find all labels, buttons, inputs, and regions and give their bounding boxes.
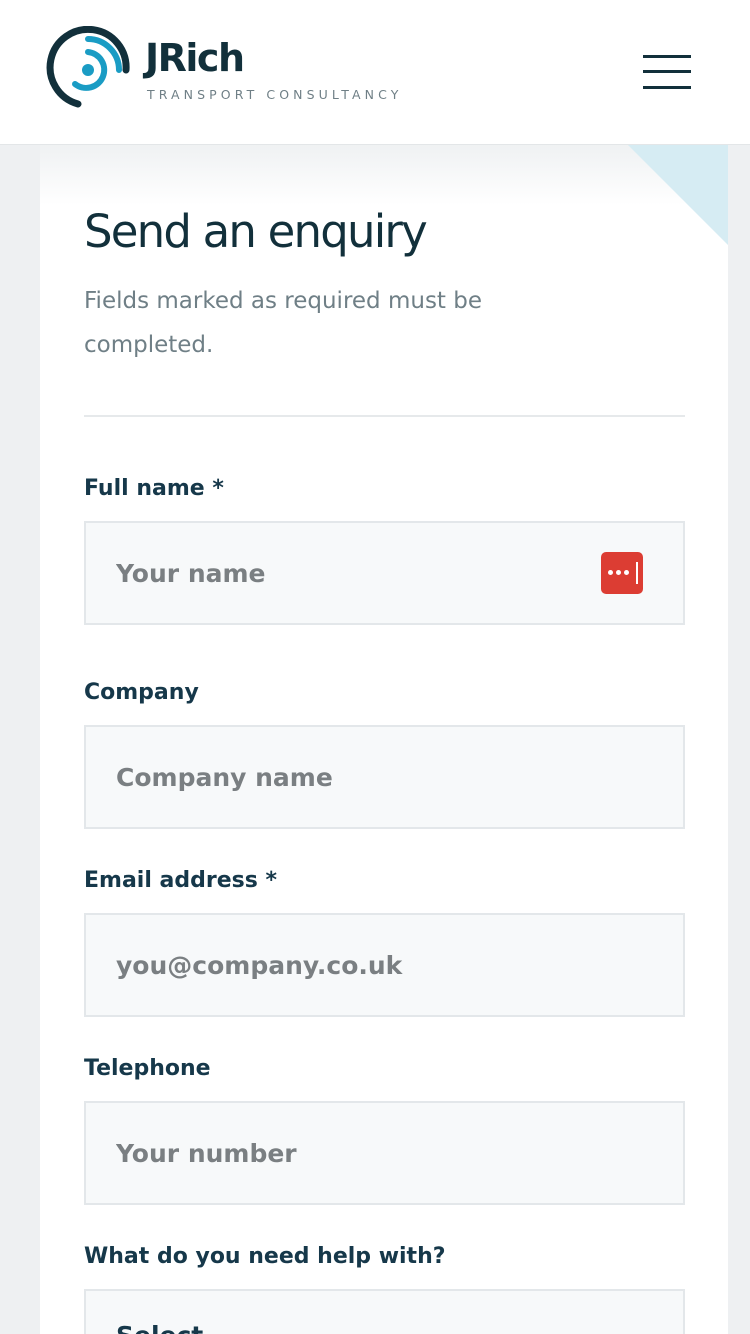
divider [84, 415, 685, 417]
full-name-label: Full name * [84, 476, 224, 501]
help-topic-select[interactable]: Select... [84, 1289, 685, 1334]
full-name-input[interactable] [84, 521, 685, 625]
form-title: Send an enquiry [84, 205, 428, 258]
help-topic-select-value: Select... [116, 1321, 232, 1334]
enquiry-form-card: Send an enquiry Fields marked as require… [40, 145, 728, 1334]
email-label: Email address * [84, 868, 278, 893]
site-header: JRich TRANSPORT CONSULTANCY [0, 0, 750, 145]
hamburger-menu-icon[interactable] [638, 50, 696, 94]
email-input[interactable] [84, 913, 685, 1017]
brand-tagline: TRANSPORT CONSULTANCY [147, 87, 403, 102]
card-top-shadow [40, 145, 728, 205]
logo-icon[interactable] [44, 26, 132, 114]
help-topic-label: What do you need help with? [84, 1244, 446, 1269]
telephone-label: Telephone [84, 1056, 211, 1081]
form-subtitle: Fields marked as required must be comple… [84, 288, 483, 358]
corner-accent [628, 145, 728, 245]
password-manager-icon[interactable] [601, 552, 643, 594]
telephone-input[interactable] [84, 1101, 685, 1205]
brand-name[interactable]: JRich [145, 34, 245, 82]
company-input[interactable] [84, 725, 685, 829]
company-label: Company [84, 680, 199, 705]
